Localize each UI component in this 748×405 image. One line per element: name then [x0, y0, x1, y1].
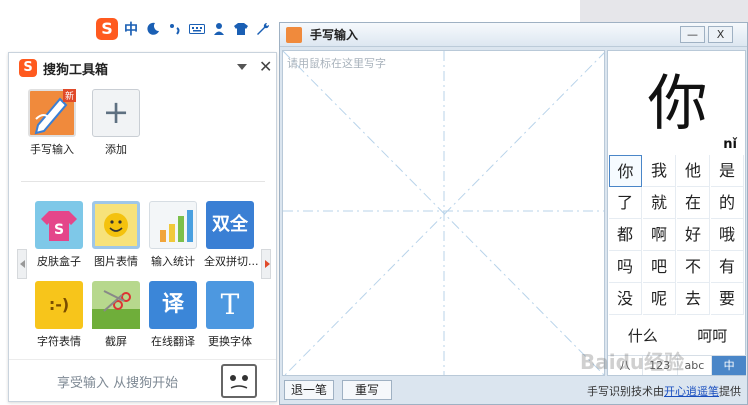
- chinese-mode-toggle[interactable]: 中: [122, 19, 140, 39]
- tool-input-stats[interactable]: 输入统计: [147, 201, 199, 269]
- dropdown-icon[interactable]: [237, 64, 247, 70]
- scroll-left-button[interactable]: [17, 249, 27, 279]
- scroll-right-button[interactable]: [261, 249, 271, 279]
- background-panel: [580, 0, 748, 24]
- minimize-button[interactable]: —: [680, 26, 705, 43]
- canvas-placeholder: 请用鼠标在这里写字: [287, 57, 386, 70]
- candidate-char[interactable]: 去: [677, 283, 710, 315]
- window-title: 手写输入: [310, 28, 359, 42]
- credit-text: 手写识别技术由开心逍遥笔提供: [587, 383, 741, 399]
- candidate-char[interactable]: 了: [609, 187, 642, 219]
- candidate-char[interactable]: 的: [711, 187, 744, 219]
- close-button[interactable]: X: [708, 26, 733, 43]
- toolbox-header: S 搜狗工具箱 ✕: [9, 53, 276, 83]
- tool-skin-box[interactable]: S 皮肤盒子: [33, 201, 85, 269]
- tool-label: 截屏: [105, 335, 127, 348]
- toolbox-grid: S 皮肤盒子 图片表情 输入统计 双全 全双拼切... :-) 字符表情 截屏 …: [33, 201, 259, 349]
- candidate-phrase[interactable]: 呵呵: [678, 321, 748, 351]
- tool-image-emoji[interactable]: 图片表情: [90, 201, 142, 269]
- sogou-logo-icon[interactable]: S: [96, 18, 118, 40]
- candidate-char[interactable]: 是: [711, 155, 744, 187]
- tool-screenshot[interactable]: 截屏: [90, 281, 142, 349]
- tool-label: 输入统计: [151, 255, 195, 268]
- moon-icon[interactable]: [144, 19, 162, 39]
- punctuation-icon[interactable]: [166, 19, 184, 39]
- wrench-icon[interactable]: [254, 19, 272, 39]
- handwrite-icon: 新: [28, 89, 76, 137]
- pinyin-text: nǐ: [723, 137, 737, 152]
- plus-icon: +: [92, 89, 140, 137]
- handwriting-titlebar[interactable]: 手写输入: [280, 23, 747, 47]
- slogan-text: 享受输入 从搜狗开始: [57, 376, 179, 391]
- toolbox-footer: 享受输入 从搜狗开始: [9, 359, 276, 401]
- tool-change-font[interactable]: T 更换字体: [204, 281, 256, 349]
- candidate-char[interactable]: 没: [609, 283, 642, 315]
- handwriting-footer: 退一笔 重写 手写识别技术由开心逍遥笔提供: [280, 377, 747, 405]
- screen: S 中 S 搜狗工具箱 ✕ 新 手写输入 + 添加 S 皮肤盒子 图片表情 输入…: [0, 0, 748, 405]
- sogou-logo-icon: S: [19, 59, 37, 77]
- credit-suffix: 提供: [719, 385, 741, 398]
- tool-text-emoji[interactable]: :-) 字符表情: [33, 281, 85, 349]
- tool-label: 手写输入: [30, 143, 74, 156]
- candidate-char[interactable]: 就: [643, 187, 676, 219]
- mode-tab-chinese[interactable]: 中: [712, 356, 747, 375]
- tool-pinyin-switch[interactable]: 双全 全双拼切...: [204, 201, 259, 269]
- candidate-char[interactable]: 哦: [711, 219, 744, 251]
- tool-label: 添加: [105, 143, 127, 156]
- candidate-char[interactable]: 我: [643, 155, 676, 187]
- screenshot-icon: [92, 281, 140, 329]
- rewrite-button[interactable]: 重写: [342, 380, 392, 400]
- canvas-guides: [283, 51, 604, 375]
- keyboard-icon[interactable]: [188, 19, 206, 39]
- tool-label: 更换字体: [208, 335, 252, 348]
- close-icon[interactable]: ✕: [259, 57, 272, 76]
- candidate-char[interactable]: 吗: [609, 251, 642, 283]
- toolbox-title: 搜狗工具箱: [43, 62, 109, 78]
- recognized-character: 你: [647, 69, 708, 139]
- candidate-grid: 你 我 他 是 了 就 在 的 都 啊 好 哦 吗 吧 不 有 没 呢 去 要: [608, 155, 747, 315]
- candidate-char[interactable]: 啊: [643, 219, 676, 251]
- translate-icon: 译: [149, 281, 197, 329]
- tool-label: 皮肤盒子: [37, 255, 81, 268]
- credit-link[interactable]: 开心逍遥笔: [664, 385, 719, 398]
- candidate-char[interactable]: 有: [711, 251, 744, 283]
- credit-prefix: 手写识别技术由: [587, 385, 664, 398]
- svg-text:S: S: [54, 222, 64, 238]
- toolbox-top-row: 新 手写输入 + 添加: [27, 89, 141, 157]
- tool-label: 字符表情: [37, 335, 81, 348]
- tool-online-translate[interactable]: 译 在线翻译: [147, 281, 199, 349]
- candidate-char[interactable]: 都: [609, 219, 642, 251]
- image-emoji-icon: [92, 201, 140, 249]
- ime-status-bar: S 中: [96, 16, 272, 42]
- tool-handwriting[interactable]: 新 手写输入: [27, 89, 77, 157]
- font-icon: T: [206, 281, 254, 329]
- new-badge: 新: [62, 89, 76, 102]
- divider: [21, 181, 265, 182]
- candidate-char[interactable]: 你: [609, 155, 642, 187]
- tool-add[interactable]: + 添加: [91, 89, 141, 157]
- skin-shirt-icon[interactable]: [232, 19, 250, 39]
- tool-label: 图片表情: [94, 255, 138, 268]
- watermark: Baidu经验: [580, 350, 685, 374]
- tool-label: 在线翻译: [151, 335, 195, 348]
- candidate-char[interactable]: 吧: [643, 251, 676, 283]
- skin-box-icon: S: [35, 201, 83, 249]
- candidate-char[interactable]: 不: [677, 251, 710, 283]
- candidate-char[interactable]: 在: [677, 187, 710, 219]
- recognition-panel: 你 nǐ 你 我 他 是 了 就 在 的 都 啊 好 哦 吗 吧 不 有 没 呢: [607, 50, 748, 376]
- candidate-char[interactable]: 好: [677, 219, 710, 251]
- mascot-icon: [221, 364, 257, 398]
- user-icon[interactable]: [210, 19, 228, 39]
- candidate-char[interactable]: 呢: [643, 283, 676, 315]
- pinyin-switch-icon: 双全: [206, 201, 254, 249]
- tool-label: 全双拼切...: [204, 255, 259, 268]
- text-emoji-icon: :-): [35, 281, 83, 329]
- handwrite-icon: [286, 26, 302, 43]
- candidate-char[interactable]: 他: [677, 155, 710, 187]
- toolbox-panel: S 搜狗工具箱 ✕ 新 手写输入 + 添加 S 皮肤盒子 图片表情 输入统计 双…: [8, 52, 277, 402]
- undo-stroke-button[interactable]: 退一笔: [284, 380, 334, 400]
- handwriting-canvas[interactable]: 请用鼠标在这里写字: [282, 50, 605, 376]
- bar-chart-icon: [149, 201, 197, 249]
- candidate-char[interactable]: 要: [711, 283, 744, 315]
